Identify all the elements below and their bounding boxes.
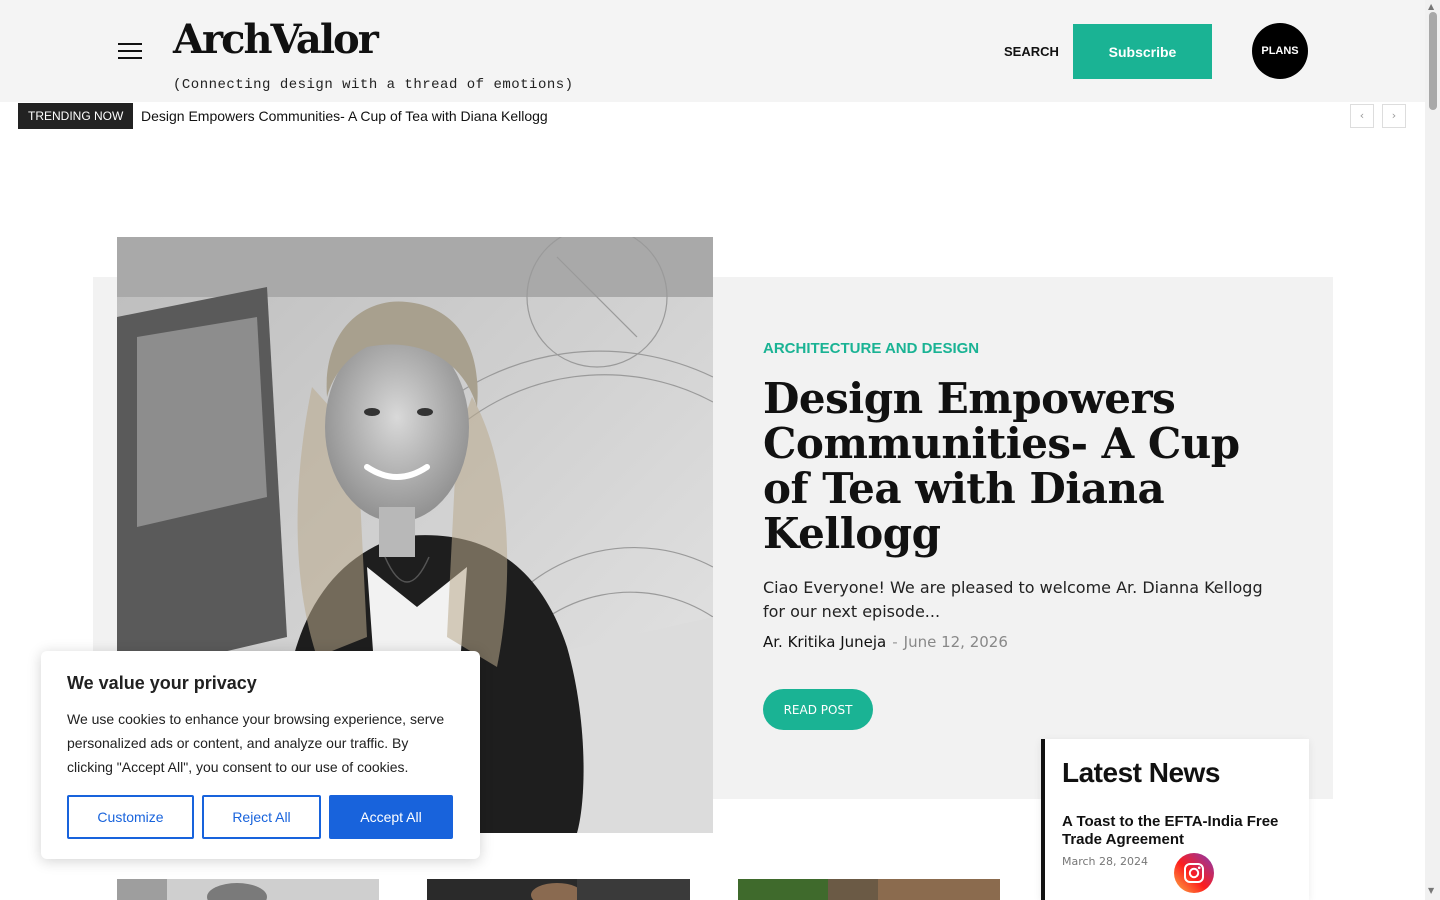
cookie-consent-banner: We value your privacy We use cookies to … [41,651,480,859]
latest-news-title: Latest News [1062,757,1220,788]
trending-label: TRENDING NOW [18,103,134,129]
accept-all-button[interactable]: Accept All [329,795,453,839]
latest-news-item-date: March 28, 2024 [1062,855,1149,868]
cookie-banner-title: We value your privacy [67,673,257,693]
menu-icon[interactable] [118,43,142,59]
article-headline[interactable]: Design Empowers Communities- A Cup of Te… [763,376,1293,556]
meta-separator: - [892,633,898,651]
article-excerpt: Ciao Everyone! We are pleased to welcome… [763,578,1263,621]
cookie-banner-text: We use cookies to enhance your browsing … [67,711,445,775]
article-thumbnail[interactable] [117,879,379,900]
article-thumbnail[interactable] [427,879,690,900]
instagram-icon[interactable] [1174,853,1214,893]
article-date: June 12, 2026 [903,633,1008,651]
scrollbar-thumb[interactable] [1429,12,1437,110]
scroll-down-icon[interactable]: ▼ [1428,886,1434,895]
article-author[interactable]: Ar. Kritika Juneja [763,633,886,651]
site-header: ArchValor (Connecting design with a thre… [0,0,1425,102]
reject-all-button[interactable]: Reject All [202,795,321,839]
customize-button[interactable]: Customize [67,795,194,839]
scroll-up-icon[interactable]: ▲ [1428,2,1434,11]
page-scrollbar[interactable]: ▲ ▼ [1425,0,1440,900]
trending-next-button[interactable]: › [1382,104,1406,128]
subscribe-button[interactable]: Subscribe [1073,24,1212,79]
site-logo[interactable]: ArchValor [173,16,379,63]
article-thumbnail[interactable] [738,879,1000,900]
article-meta: Ar. Kritika Juneja - June 12, 2026 [763,633,1008,651]
plans-button[interactable]: PLANS [1252,23,1308,79]
trending-article-link[interactable]: Design Empowers Communities- A Cup of Te… [141,108,548,124]
latest-news-item-title[interactable]: A Toast to the EFTA-India Free Trade Agr… [1062,813,1302,849]
search-link[interactable]: SEARCH [1004,44,1059,59]
trending-prev-button[interactable]: ‹ [1350,104,1374,128]
site-tagline: (Connecting design with a thread of emot… [173,77,574,93]
read-post-button[interactable]: READ POST [763,689,873,730]
trending-bar: TRENDING NOW Design Empowers Communities… [18,103,1408,129]
article-category[interactable]: ARCHITECTURE AND DESIGN [763,340,979,357]
